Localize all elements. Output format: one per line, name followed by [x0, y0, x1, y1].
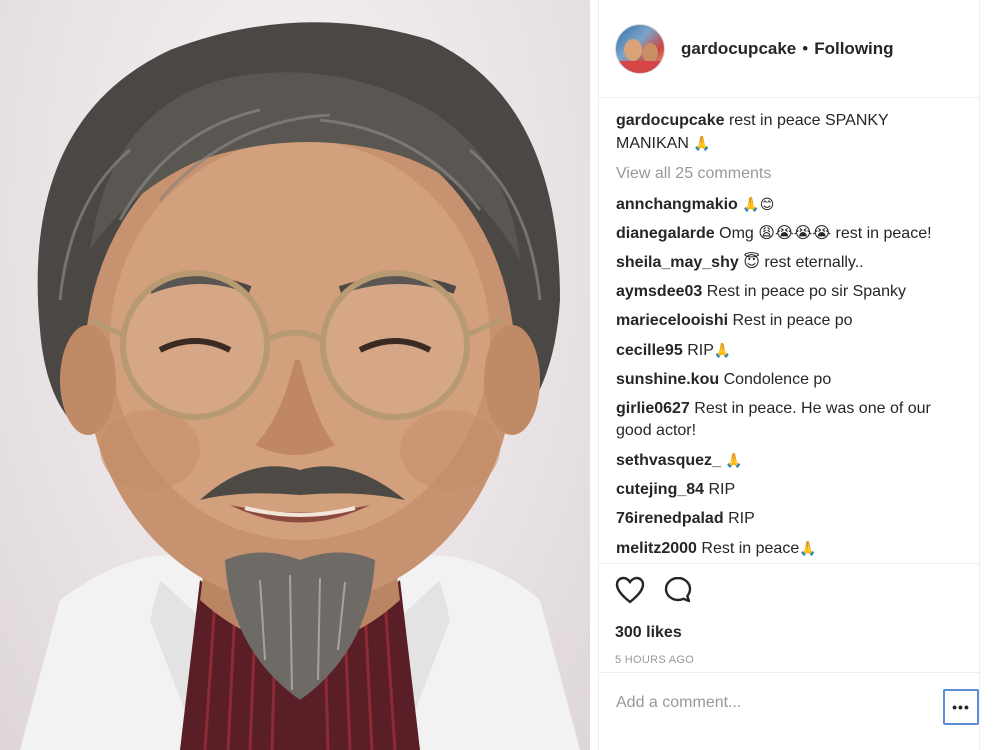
- post-side-panel: gardocupcake • Following gardocupcake re…: [598, 0, 981, 750]
- comment-username[interactable]: aymsdee03: [616, 283, 702, 300]
- separator-dot: •: [802, 38, 809, 58]
- post-caption: gardocupcake rest in peace SPANKY MANIKA…: [616, 110, 916, 155]
- comment-text: RIP: [708, 481, 736, 498]
- header-text: gardocupcake • Following: [681, 39, 894, 59]
- comment-emoji: 🙏: [713, 342, 732, 358]
- comments-list[interactable]: gardocupcake rest in peace SPANKY MANIKA…: [599, 110, 981, 562]
- comment-username[interactable]: sheila_may_shy: [616, 254, 739, 271]
- comment-text: Rest in peace po: [732, 312, 853, 329]
- comment-username[interactable]: sunshine.kou: [616, 371, 719, 388]
- comment-item: cutejing_84 RIP: [616, 479, 965, 501]
- comment-text: Condolence po: [723, 371, 832, 388]
- portrait-illustration: [20, 22, 580, 750]
- comment-username[interactable]: cutejing_84: [616, 481, 704, 498]
- comment-emoji: 🙏: [725, 452, 743, 468]
- comment-item: 76irenedpalad RIP: [616, 508, 965, 530]
- comment-text: Rest in peace: [701, 540, 800, 557]
- more-options-icon: •••: [952, 699, 970, 715]
- comment-username[interactable]: cecille95: [616, 342, 683, 359]
- more-options-button[interactable]: •••: [943, 689, 979, 725]
- comment-username[interactable]: dianegalarde: [616, 225, 715, 242]
- comment-emoji: 🙏😊: [742, 196, 775, 212]
- post-actions: 300 likes 5 HOURS AGO: [599, 563, 981, 673]
- comment-item: girlie0627 Rest in peace. He was one of …: [616, 398, 965, 442]
- comment-text: Omg 😩😭😭😭 rest in peace!: [719, 225, 932, 242]
- caption-username[interactable]: gardocupcake: [616, 112, 724, 129]
- following-button[interactable]: Following: [814, 39, 893, 59]
- comment-item: sunshine.kou Condolence po: [616, 369, 965, 391]
- post-photo: [0, 0, 590, 750]
- likes-count[interactable]: 300 likes: [615, 624, 965, 642]
- add-comment-input[interactable]: [616, 693, 926, 712]
- comment-text: RIP: [728, 510, 755, 527]
- comment-item: sethvasquez_ 🙏: [616, 449, 965, 472]
- comment-username[interactable]: mariecelooishi: [616, 312, 728, 329]
- comment-item: annchangmakio 🙏😊: [616, 193, 965, 216]
- post-username[interactable]: gardocupcake: [681, 39, 796, 59]
- avatar[interactable]: [615, 23, 665, 74]
- heart-icon[interactable]: [615, 576, 645, 609]
- comment-item: sheila_may_shy 😇 rest eternally..: [616, 252, 965, 274]
- post-timestamp: 5 HOURS AGO: [615, 654, 695, 666]
- comment-username[interactable]: 76irenedpalad: [616, 510, 724, 527]
- add-comment-bar: •••: [599, 672, 981, 732]
- comment-emoji: 🙏: [799, 540, 817, 556]
- comment-text: Rest in peace po sir Spanky: [706, 283, 906, 300]
- comment-item: melitz2000 Rest in peace🙏: [616, 537, 965, 560]
- comment-username[interactable]: girlie0627: [616, 400, 690, 417]
- post-header: gardocupcake • Following: [599, 0, 981, 98]
- comment-item: mariecelooishi Rest in peace po: [616, 310, 965, 332]
- comment-icon[interactable]: [663, 575, 693, 610]
- comment-items: annchangmakio 🙏😊 dianegalarde Omg 😩😭😭😭 re…: [616, 193, 965, 560]
- comment-text: RIP: [687, 342, 714, 359]
- comment-item: cecille95 RIP🙏: [616, 339, 965, 362]
- comment-text: 😇 rest eternally..: [743, 254, 864, 271]
- comment-username[interactable]: sethvasquez_: [616, 452, 721, 469]
- comment-username[interactable]: melitz2000: [616, 540, 697, 557]
- comment-item: aymsdee03 Rest in peace po sir Spanky: [616, 281, 965, 303]
- action-icons: [615, 576, 965, 608]
- praying-hands-emoji: 🙏: [693, 135, 711, 151]
- view-all-comments-link[interactable]: View all 25 comments: [616, 165, 965, 183]
- comment-username[interactable]: annchangmakio: [616, 196, 738, 213]
- comment-item: dianegalarde Omg 😩😭😭😭 rest in peace!: [616, 223, 965, 245]
